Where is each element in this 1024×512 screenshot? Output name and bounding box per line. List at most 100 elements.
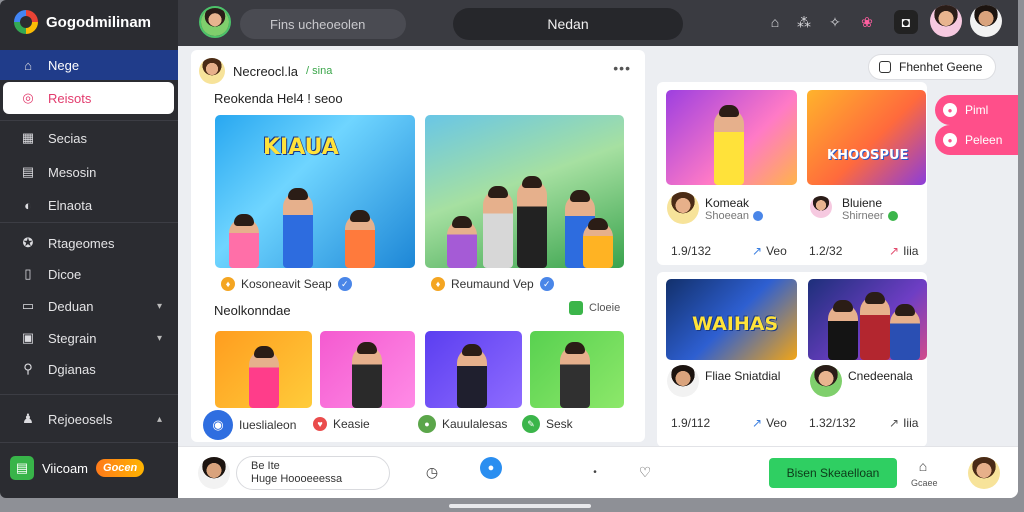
chevron-up-icon[interactable]: ▴ xyxy=(157,414,162,425)
caption-row[interactable]: ♦ Reumaund Vep ✓ xyxy=(431,277,554,291)
video-thumbnail[interactable] xyxy=(425,331,522,408)
sidebar-item-rtageomes[interactable]: ✪ Rtageomes xyxy=(0,228,178,258)
channel-avatar[interactable] xyxy=(810,196,832,218)
video-thumbnail[interactable]: KIAUA xyxy=(215,115,415,268)
avatar[interactable] xyxy=(199,6,231,38)
pink-button-2[interactable]: ● Peleen xyxy=(935,125,1018,155)
share-stat[interactable]: ↗ Iiia xyxy=(889,416,918,430)
verified-icon xyxy=(753,211,764,221)
person-figure xyxy=(352,342,382,408)
chevron-down-icon[interactable]: ▾ xyxy=(157,333,162,344)
card-info[interactable]: Komeak Shoeean xyxy=(705,196,764,222)
sidebar-item-label: Reisots xyxy=(48,90,92,106)
notification-icon[interactable]: ❀ xyxy=(858,13,876,31)
sidebar-item-secias[interactable]: ▦ Secias xyxy=(0,123,178,153)
caption-row[interactable]: ♦ Kosoneavit Seap ✓ xyxy=(221,277,352,291)
author-avatar[interactable] xyxy=(199,58,225,84)
side-tag[interactable]: Cloeie xyxy=(569,301,620,315)
grid-small-icon[interactable]: ⁂ xyxy=(795,13,813,31)
share-label: Veo xyxy=(766,416,787,430)
video-thumbnail[interactable] xyxy=(530,331,624,408)
view-count: 1.2/32 xyxy=(809,244,843,258)
clip-icon: ▯ xyxy=(24,266,32,281)
section-title: Reokenda Hel4 ! seoo xyxy=(214,91,343,106)
avatar-image xyxy=(970,5,1002,37)
home-icon: ⌂ xyxy=(24,57,32,73)
avatar-image xyxy=(810,365,842,397)
comment-line: Huge Hoooeeessa xyxy=(251,473,343,485)
avatar[interactable] xyxy=(930,5,962,37)
sidebar-item-dicoe[interactable]: ▯ Dicoe xyxy=(0,259,178,289)
pink-button-1[interactable]: ● Piml xyxy=(935,95,1018,125)
avatar[interactable] xyxy=(970,5,1002,37)
search-input[interactable]: Fins ucheoeolen xyxy=(240,9,406,39)
user-avatar[interactable] xyxy=(968,457,1000,489)
card-name: Fliae Sniatdial xyxy=(705,369,781,383)
share-stat[interactable]: ↗ Veo xyxy=(752,244,787,258)
trending-label: Fhenhet Geene xyxy=(899,60,983,74)
video-thumbnail[interactable] xyxy=(808,279,927,360)
person-figure xyxy=(828,300,858,360)
caption-row[interactable]: ● Kauulalesas xyxy=(418,415,507,433)
primary-action-button[interactable]: Bisen Skeaelloan xyxy=(769,458,897,488)
fire-icon: ♦ xyxy=(221,277,235,291)
avatar-image xyxy=(667,365,699,397)
caption: Sesk xyxy=(546,417,573,431)
video-thumbnail[interactable] xyxy=(666,90,797,185)
share-stat[interactable]: ↗ Veo xyxy=(752,416,787,430)
chat-bubble-icon[interactable]: ♡ xyxy=(636,463,654,481)
divider xyxy=(0,222,178,223)
sidebar-item-elnaota[interactable]: ◐ Elnaota xyxy=(0,190,178,220)
sidebar-item-label: Stegrain xyxy=(48,330,97,346)
dot-icon[interactable]: • xyxy=(586,463,604,481)
sidebar-item-label: Dgianas xyxy=(48,361,96,377)
home-outline-icon[interactable]: ⌂ xyxy=(914,457,932,475)
card-info[interactable]: Fliae Sniatdial xyxy=(705,369,780,383)
sidebar-item-stegrain[interactable]: ▣ Stegrain ▾ xyxy=(0,323,178,353)
video-thumbnail[interactable] xyxy=(425,115,624,268)
avatar-image xyxy=(201,8,229,36)
video-thumbnail[interactable] xyxy=(320,331,415,408)
trending-button[interactable]: Fhenhet Geene xyxy=(868,54,996,80)
caption-row[interactable]: ◉ Iueslialeon xyxy=(203,410,296,440)
location-pin-icon[interactable]: ● xyxy=(480,457,502,479)
sidebar-item-dgianas[interactable]: ⚲ Dgianas xyxy=(0,354,178,384)
video-thumbnail[interactable] xyxy=(215,331,312,408)
channel-avatar[interactable] xyxy=(810,365,842,397)
channel-avatar[interactable] xyxy=(667,365,699,397)
person-figure xyxy=(457,344,487,408)
instagram-icon: ◎ xyxy=(22,90,34,105)
comment-input[interactable]: Be Ite Huge Hoooeeessa xyxy=(236,456,390,490)
author-name[interactable]: Necreocl.la xyxy=(233,64,298,79)
avatar-image xyxy=(810,196,832,218)
caption-row[interactable]: ✎ Sesk xyxy=(522,415,573,433)
sidebar-item-mesosin[interactable]: ▤ Mesosin xyxy=(0,157,178,187)
flash-icon[interactable]: ✧ xyxy=(826,13,844,31)
sidebar-item-home[interactable]: ⌂ Nege xyxy=(0,50,178,80)
center-title-pill[interactable]: Nedan xyxy=(453,8,683,40)
more-options-icon[interactable]: ••• xyxy=(613,60,631,76)
home-label: Gcaee xyxy=(911,478,938,488)
sidebar-item-deduan[interactable]: ▭ Deduan ▾ xyxy=(0,291,178,321)
sidebar-item-rejoeosels[interactable]: ♟ Rejoeosels ▴ xyxy=(0,404,178,434)
user-icon: ♟ xyxy=(22,411,34,426)
promo-badge[interactable]: Gocen xyxy=(96,459,145,477)
share-stat[interactable]: ↗ Iiia xyxy=(889,244,918,258)
card-info[interactable]: Cnedeenala xyxy=(848,369,913,383)
user-avatar[interactable] xyxy=(198,457,230,489)
sidebar-item-reisots[interactable]: ◎ Reisots xyxy=(3,82,174,114)
brand[interactable]: Gogodmilinam xyxy=(0,0,178,44)
channel-avatar[interactable] xyxy=(667,192,699,224)
promo[interactable]: ▤ Viicoam Gocen xyxy=(10,456,145,480)
video-thumbnail[interactable]: KHOOSPUE xyxy=(807,90,926,185)
share-icon: ↗ xyxy=(752,244,763,258)
clock-icon[interactable]: ◷ xyxy=(423,463,441,481)
caption-row[interactable]: ♥ Keasie xyxy=(313,417,370,431)
chevron-down-icon[interactable]: ▾ xyxy=(157,301,162,312)
avatar-image xyxy=(968,457,1000,489)
video-thumbnail[interactable]: WAIHAS xyxy=(666,279,797,360)
card-info[interactable]: Bluiene Shirneer xyxy=(842,196,898,222)
camera-icon[interactable]: ◘ xyxy=(894,10,918,34)
person-figure xyxy=(890,304,920,360)
home-outline-icon[interactable]: ⌂ xyxy=(766,13,784,31)
